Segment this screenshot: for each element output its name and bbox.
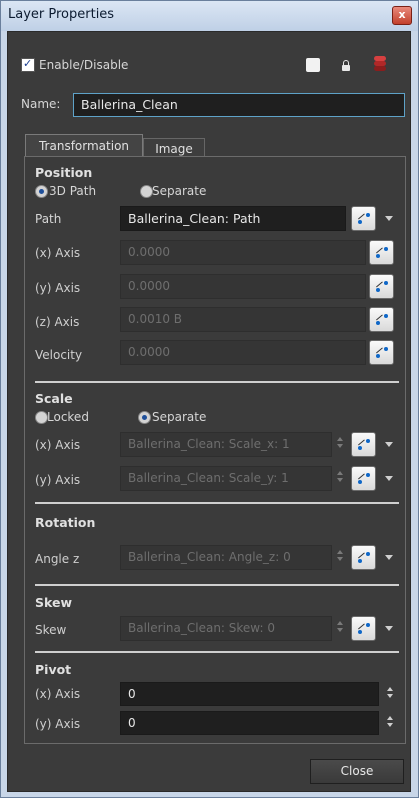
position-z-field[interactable]: 0.0010 B [120, 307, 366, 332]
window-close-icon[interactable]: x [392, 6, 412, 25]
pivot-y-field[interactable]: 0 [120, 711, 379, 735]
scale-y-label: (y) Axis [35, 473, 81, 487]
path-function-button[interactable] [351, 206, 376, 231]
layer-stack-icon[interactable] [374, 56, 386, 72]
radio-position-separate-label: Separate [152, 184, 207, 198]
lock-icon[interactable] [342, 60, 350, 71]
position-x-label: (x) Axis [35, 246, 81, 260]
position-x-field[interactable]: 0.0000 [120, 240, 366, 265]
name-label: Name: [21, 97, 61, 111]
skew-section-title: Skew [35, 595, 73, 610]
scale-section-title: Scale [35, 391, 73, 406]
scale-x-function-button[interactable] [351, 432, 376, 457]
position-y-function-button[interactable] [369, 274, 394, 299]
layer-color-swatch-icon[interactable] [306, 58, 320, 72]
pivot-x-spinner-icon[interactable] [387, 687, 395, 701]
radio-scale-separate[interactable] [138, 411, 151, 424]
section-divider [35, 381, 399, 383]
position-y-label: (y) Axis [35, 281, 81, 295]
title-bar: Layer Properties x [1, 1, 418, 31]
scale-x-dropdown-arrow-icon[interactable] [385, 442, 393, 447]
pivot-y-label: (y) Axis [35, 717, 81, 731]
layer-properties-dialog: Layer Properties x ✓ Enable/Disable Name… [0, 0, 419, 798]
angle-z-function-button[interactable] [351, 545, 376, 570]
velocity-function-button[interactable] [369, 340, 394, 365]
scale-y-function-button[interactable] [351, 466, 376, 491]
radio-scale-locked-label: Locked [47, 410, 89, 424]
scale-x-label: (x) Axis [35, 438, 81, 452]
position-x-function-button[interactable] [369, 240, 394, 265]
enable-checkbox[interactable]: ✓ [21, 57, 35, 72]
scale-x-field[interactable]: Ballerina_Clean: Scale_x: 1 [120, 432, 332, 457]
close-button[interactable]: Close [310, 759, 404, 784]
radio-scale-separate-label: Separate [152, 410, 207, 424]
window-title: Layer Properties [8, 7, 115, 22]
pivot-y-spinner-icon[interactable] [387, 716, 395, 730]
scale-x-spinner-icon[interactable] [337, 437, 345, 451]
position-z-function-button[interactable] [369, 307, 394, 332]
position-section-title: Position [35, 165, 93, 180]
section-divider [35, 584, 399, 586]
pivot-x-field[interactable]: 0 [120, 682, 379, 706]
path-field[interactable]: Ballerina_Clean: Path [120, 206, 346, 231]
angle-z-label: Angle z [35, 552, 80, 566]
skew-label: Skew [35, 623, 67, 637]
skew-field[interactable]: Ballerina_Clean: Skew: 0 [120, 616, 332, 641]
name-input[interactable]: Ballerina_Clean [73, 93, 405, 117]
velocity-label: Velocity [35, 348, 83, 362]
skew-dropdown-arrow-icon[interactable] [385, 626, 393, 631]
velocity-field[interactable]: 0.0000 [120, 340, 366, 365]
scale-y-field[interactable]: Ballerina_Clean: Scale_y: 1 [120, 466, 332, 491]
scale-y-spinner-icon[interactable] [337, 471, 345, 485]
section-divider [35, 502, 399, 504]
path-dropdown-arrow-icon[interactable] [385, 216, 393, 221]
checkmark-icon: ✓ [23, 57, 33, 70]
skew-function-button[interactable] [351, 616, 376, 641]
position-y-field[interactable]: 0.0000 [120, 274, 366, 299]
skew-spinner-icon[interactable] [337, 621, 345, 635]
scale-y-dropdown-arrow-icon[interactable] [385, 476, 393, 481]
angle-z-spinner-icon[interactable] [337, 550, 345, 564]
angle-z-field[interactable]: Ballerina_Clean: Angle_z: 0 [120, 545, 332, 570]
position-z-label: (z) Axis [35, 315, 80, 329]
radio-3d-path[interactable] [35, 185, 48, 198]
pivot-x-label: (x) Axis [35, 687, 81, 701]
section-divider [35, 651, 399, 653]
pivot-section-title: Pivot [35, 662, 72, 677]
radio-3d-path-label: 3D Path [49, 184, 97, 198]
enable-label: Enable/Disable [39, 58, 129, 72]
angle-z-dropdown-arrow-icon[interactable] [385, 555, 393, 560]
path-label: Path [35, 212, 62, 226]
rotation-section-title: Rotation [35, 515, 96, 530]
